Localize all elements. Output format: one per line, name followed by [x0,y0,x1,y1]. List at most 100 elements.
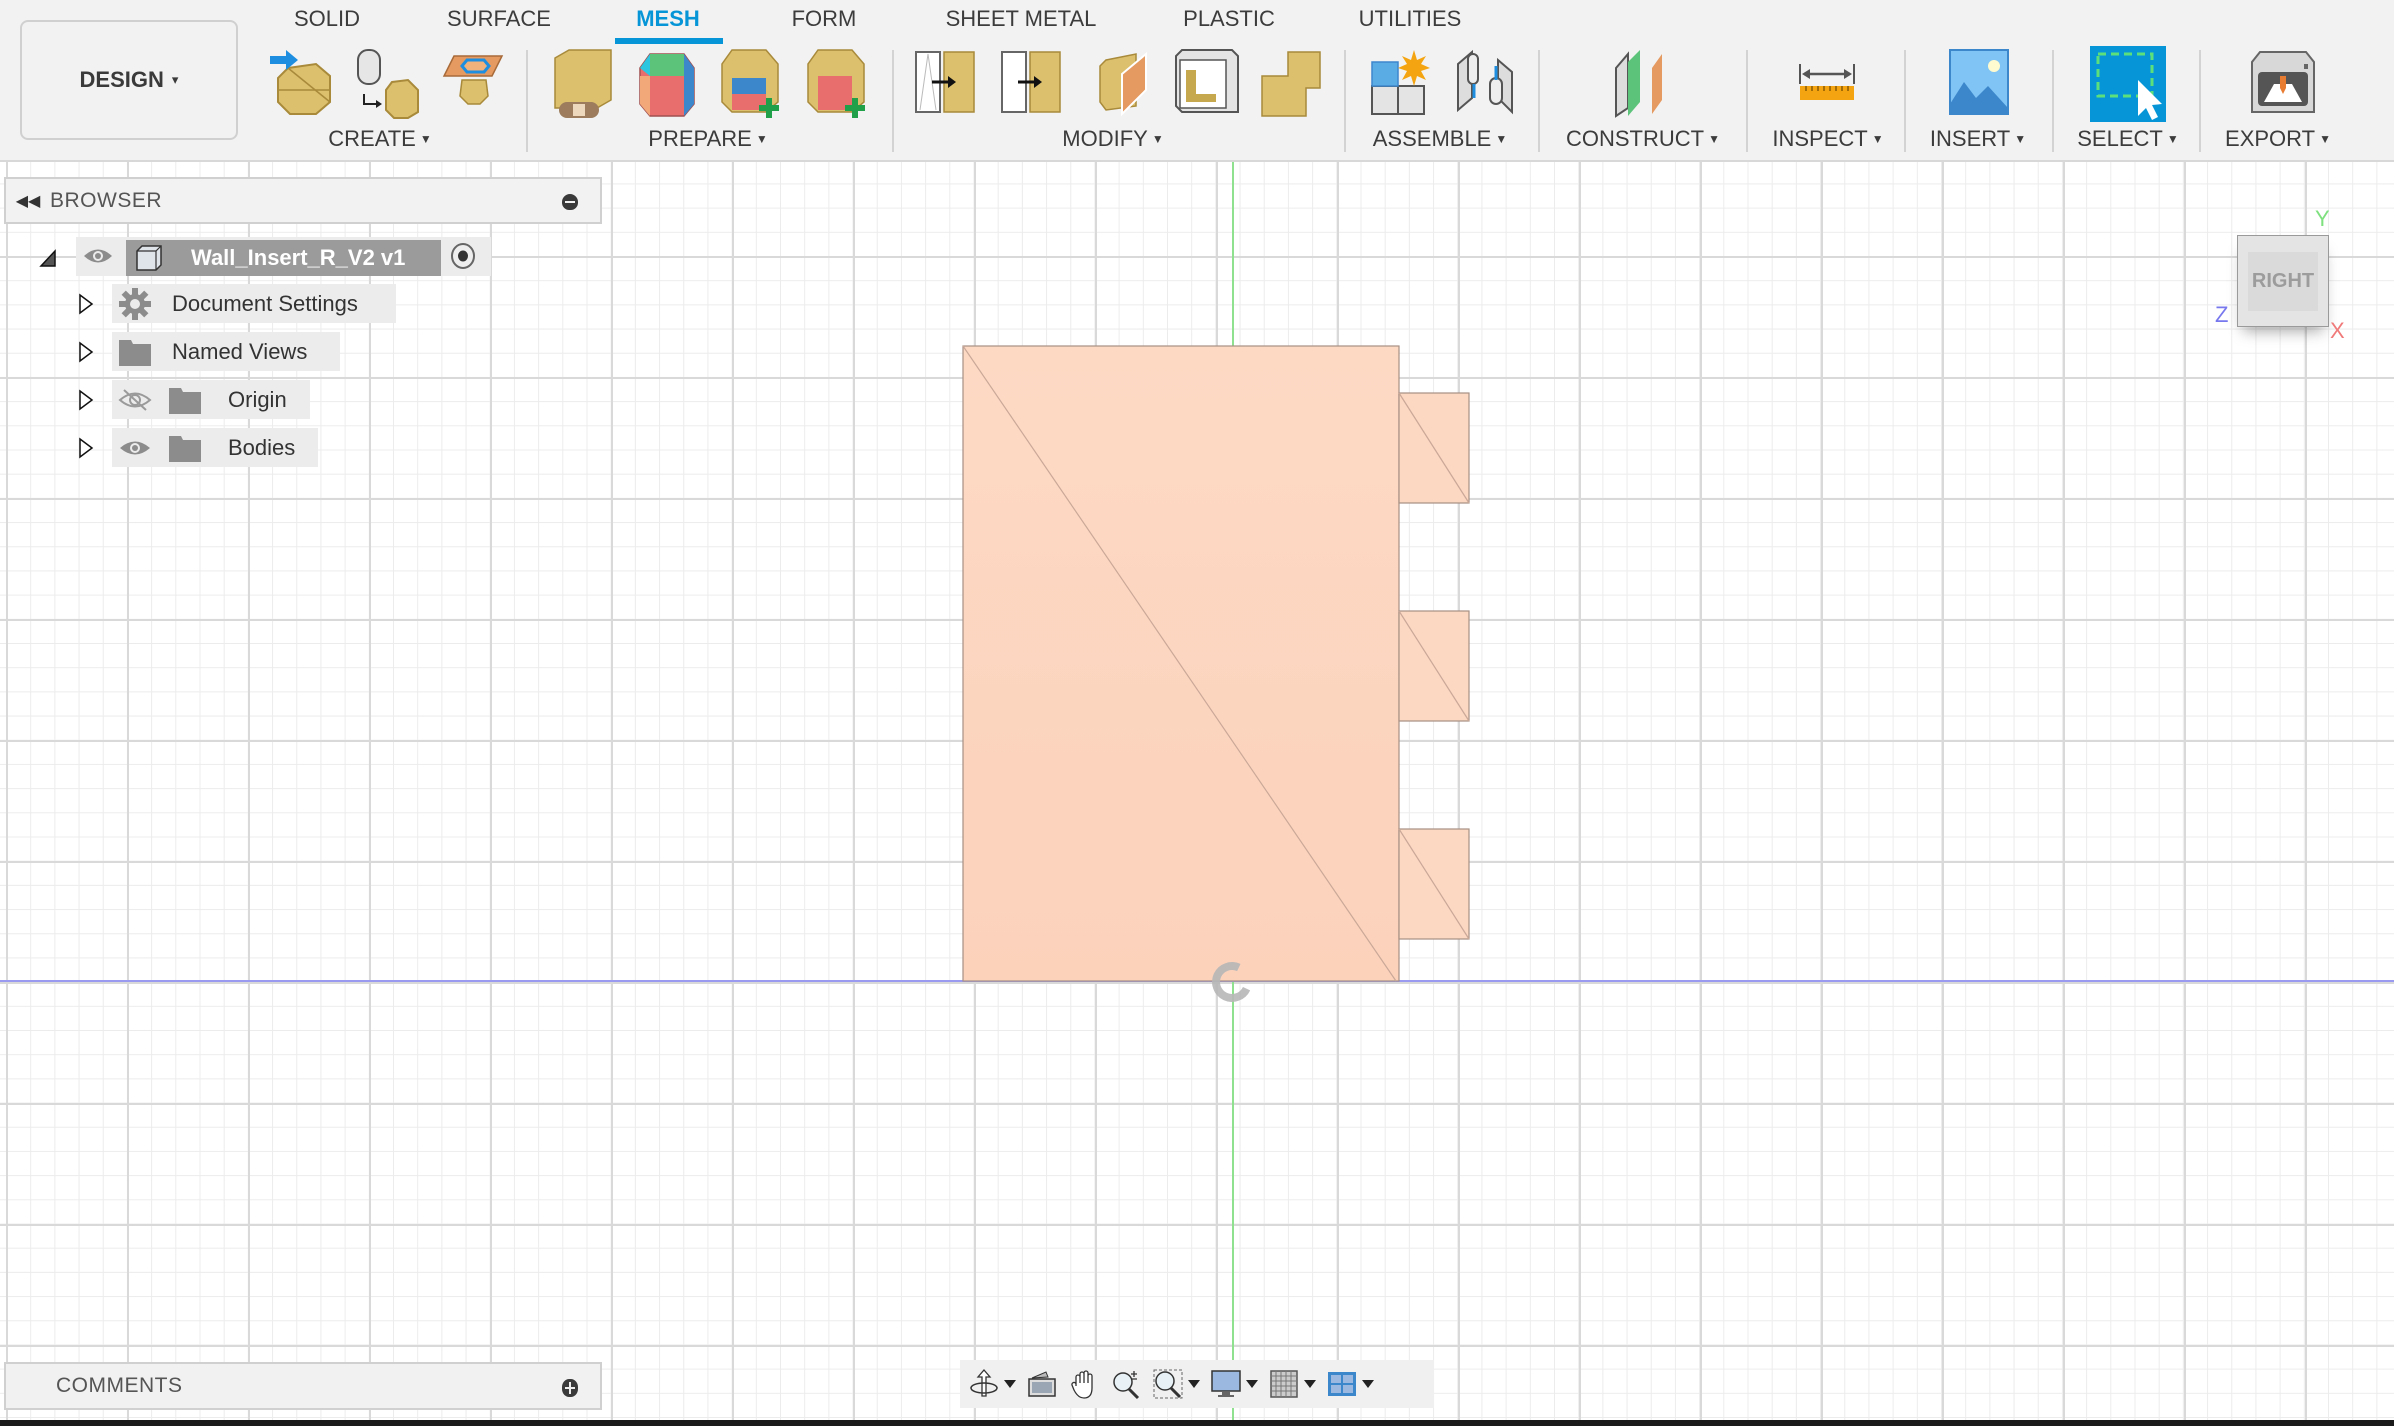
pan-button[interactable] [1068,1364,1100,1404]
folder-icon [169,387,201,414]
toolbar-separator [2199,50,2201,152]
display-monitor-icon [1211,1370,1241,1397]
comments-panel[interactable]: COMMENTS [4,1362,602,1410]
group-prepare[interactable]: PREPARE ▼ [648,126,767,152]
shell-icon[interactable] [1170,46,1244,120]
browser-pin-icon[interactable] [562,194,578,210]
orbit-button[interactable] [968,1364,1016,1404]
new-component-icon[interactable] [1366,46,1440,120]
activate-radio-icon[interactable] [450,242,476,270]
expand-triangle-icon[interactable] [76,341,96,363]
group-insert[interactable]: INSERT ▼ [1930,126,2026,152]
mesh-body[interactable] [0,162,2394,1420]
tab-2[interactable] [1398,610,1470,722]
folder-icon [169,435,201,462]
browser-item-label: Origin [228,386,287,412]
toolbar-separator [1746,50,1748,152]
tessellate-icon[interactable] [352,46,426,120]
group-export[interactable]: EXPORT ▼ [2225,126,2331,152]
tab-3[interactable] [1398,828,1470,940]
chevron-down-icon[interactable] [1188,1380,1200,1388]
add-comment-icon[interactable] [562,1379,578,1397]
browser-header: ◀◀ BROWSER [4,177,602,224]
remesh-icon[interactable] [912,46,986,120]
expand-triangle-icon[interactable] [76,437,96,459]
component-icon [136,245,162,271]
chevron-down-icon: ▼ [1708,132,1720,146]
plane-cut-icon[interactable] [1090,46,1164,120]
collapse-triangle-icon[interactable] [38,247,58,269]
z-axis-label: Z [2215,302,2229,327]
generate-face-groups-icon[interactable] [630,46,704,120]
toolbar-separator [1538,50,1540,152]
canvas-viewport[interactable]: RIGHT Y Z X [0,162,2394,1420]
group-assemble[interactable]: ASSEMBLE ▼ [1373,126,1508,152]
eye-icon[interactable] [82,245,114,267]
eye-icon[interactable] [118,436,152,460]
tab-form[interactable]: FORM [792,6,857,40]
toolbar: DESIGN ▾ SOLID SURFACE MESH FORM SHEET M… [0,0,2394,162]
root-component[interactable]: Wall_Insert_R_V2 v1 [126,240,441,276]
eye-hidden-icon[interactable] [118,388,152,412]
zoom-button[interactable] [1110,1364,1142,1404]
chevron-down-icon[interactable] [1304,1380,1316,1388]
joint-icon[interactable] [1448,46,1522,120]
view-cube[interactable]: RIGHT Y Z X [2180,190,2360,360]
offset-plane-icon[interactable] [1606,46,1680,120]
chevron-down-icon[interactable] [1004,1380,1016,1388]
toolbar-separator [892,50,894,152]
browser-item-label: Named Views [172,338,308,364]
tab-surface[interactable]: SURFACE [447,6,551,40]
pan-hand-icon [1071,1370,1093,1399]
comments-title: COMMENTS [56,1374,183,1397]
expand-triangle-icon[interactable] [76,293,96,315]
tab-utilities[interactable]: UTILITIES [1359,6,1462,40]
zoom-window-icon [1153,1369,1183,1399]
workspace-switcher[interactable]: DESIGN ▾ [20,20,238,140]
tab-plastic[interactable]: PLASTIC [1183,6,1275,40]
x-axis-label: X [2330,318,2345,343]
group-construct[interactable]: CONSTRUCT ▼ [1566,126,1720,152]
group-create[interactable]: CREATE ▼ [328,126,432,152]
combine-icon[interactable] [1256,46,1330,120]
chevron-down-icon[interactable] [1362,1380,1374,1388]
grid-settings-button[interactable] [1268,1364,1316,1404]
toolbar-separator [1904,50,1906,152]
group-label: ASSEMBLE [1372,126,1492,151]
tab-mesh[interactable]: MESH [636,6,700,40]
y-axis-label: Y [2315,206,2330,231]
navigation-bar [960,1360,1434,1408]
collapse-panel-icon[interactable]: ◀◀ [6,191,50,211]
insert-mesh-icon[interactable] [268,46,342,120]
reduce-icon[interactable] [998,46,1072,120]
workspace-label: DESIGN [79,67,164,92]
look-at-button[interactable] [1026,1364,1058,1404]
look-at-icon [1028,1371,1056,1397]
create-face-group-icon[interactable] [440,46,514,120]
group-inspect[interactable]: INSPECT ▼ [1772,126,1883,152]
toolbar-separator [526,50,528,152]
insert-image-icon[interactable] [1942,46,2016,120]
combine-face-groups-icon[interactable] [716,46,790,120]
window-select-icon[interactable] [2090,46,2166,122]
chevron-down-icon[interactable] [1246,1380,1258,1388]
group-select[interactable]: SELECT ▼ [2077,126,2178,152]
chevron-down-icon: ▼ [2319,132,2331,146]
viewports-button[interactable] [1326,1364,1374,1404]
chevron-down-icon: ▼ [755,132,768,146]
view-cube-face-right[interactable]: RIGHT [2237,235,2329,327]
tab-sheet-metal[interactable]: SHEET METAL [946,6,1097,40]
tab-1[interactable] [1398,392,1470,504]
chevron-down-icon: ▼ [2014,132,2027,146]
tab-solid[interactable]: SOLID [294,6,360,40]
toolbar-separator [1344,50,1346,152]
expand-triangle-icon[interactable] [76,389,96,411]
display-settings-button[interactable] [1210,1364,1258,1404]
repair-icon[interactable] [545,46,619,120]
fit-button[interactable] [1152,1364,1200,1404]
3d-print-icon[interactable] [2246,46,2320,120]
group-modify[interactable]: MODIFY ▼ [1062,126,1163,152]
measure-icon[interactable] [1790,46,1864,120]
browser-title: BROWSER [50,188,163,212]
convert-face-groups-icon[interactable] [802,46,876,120]
